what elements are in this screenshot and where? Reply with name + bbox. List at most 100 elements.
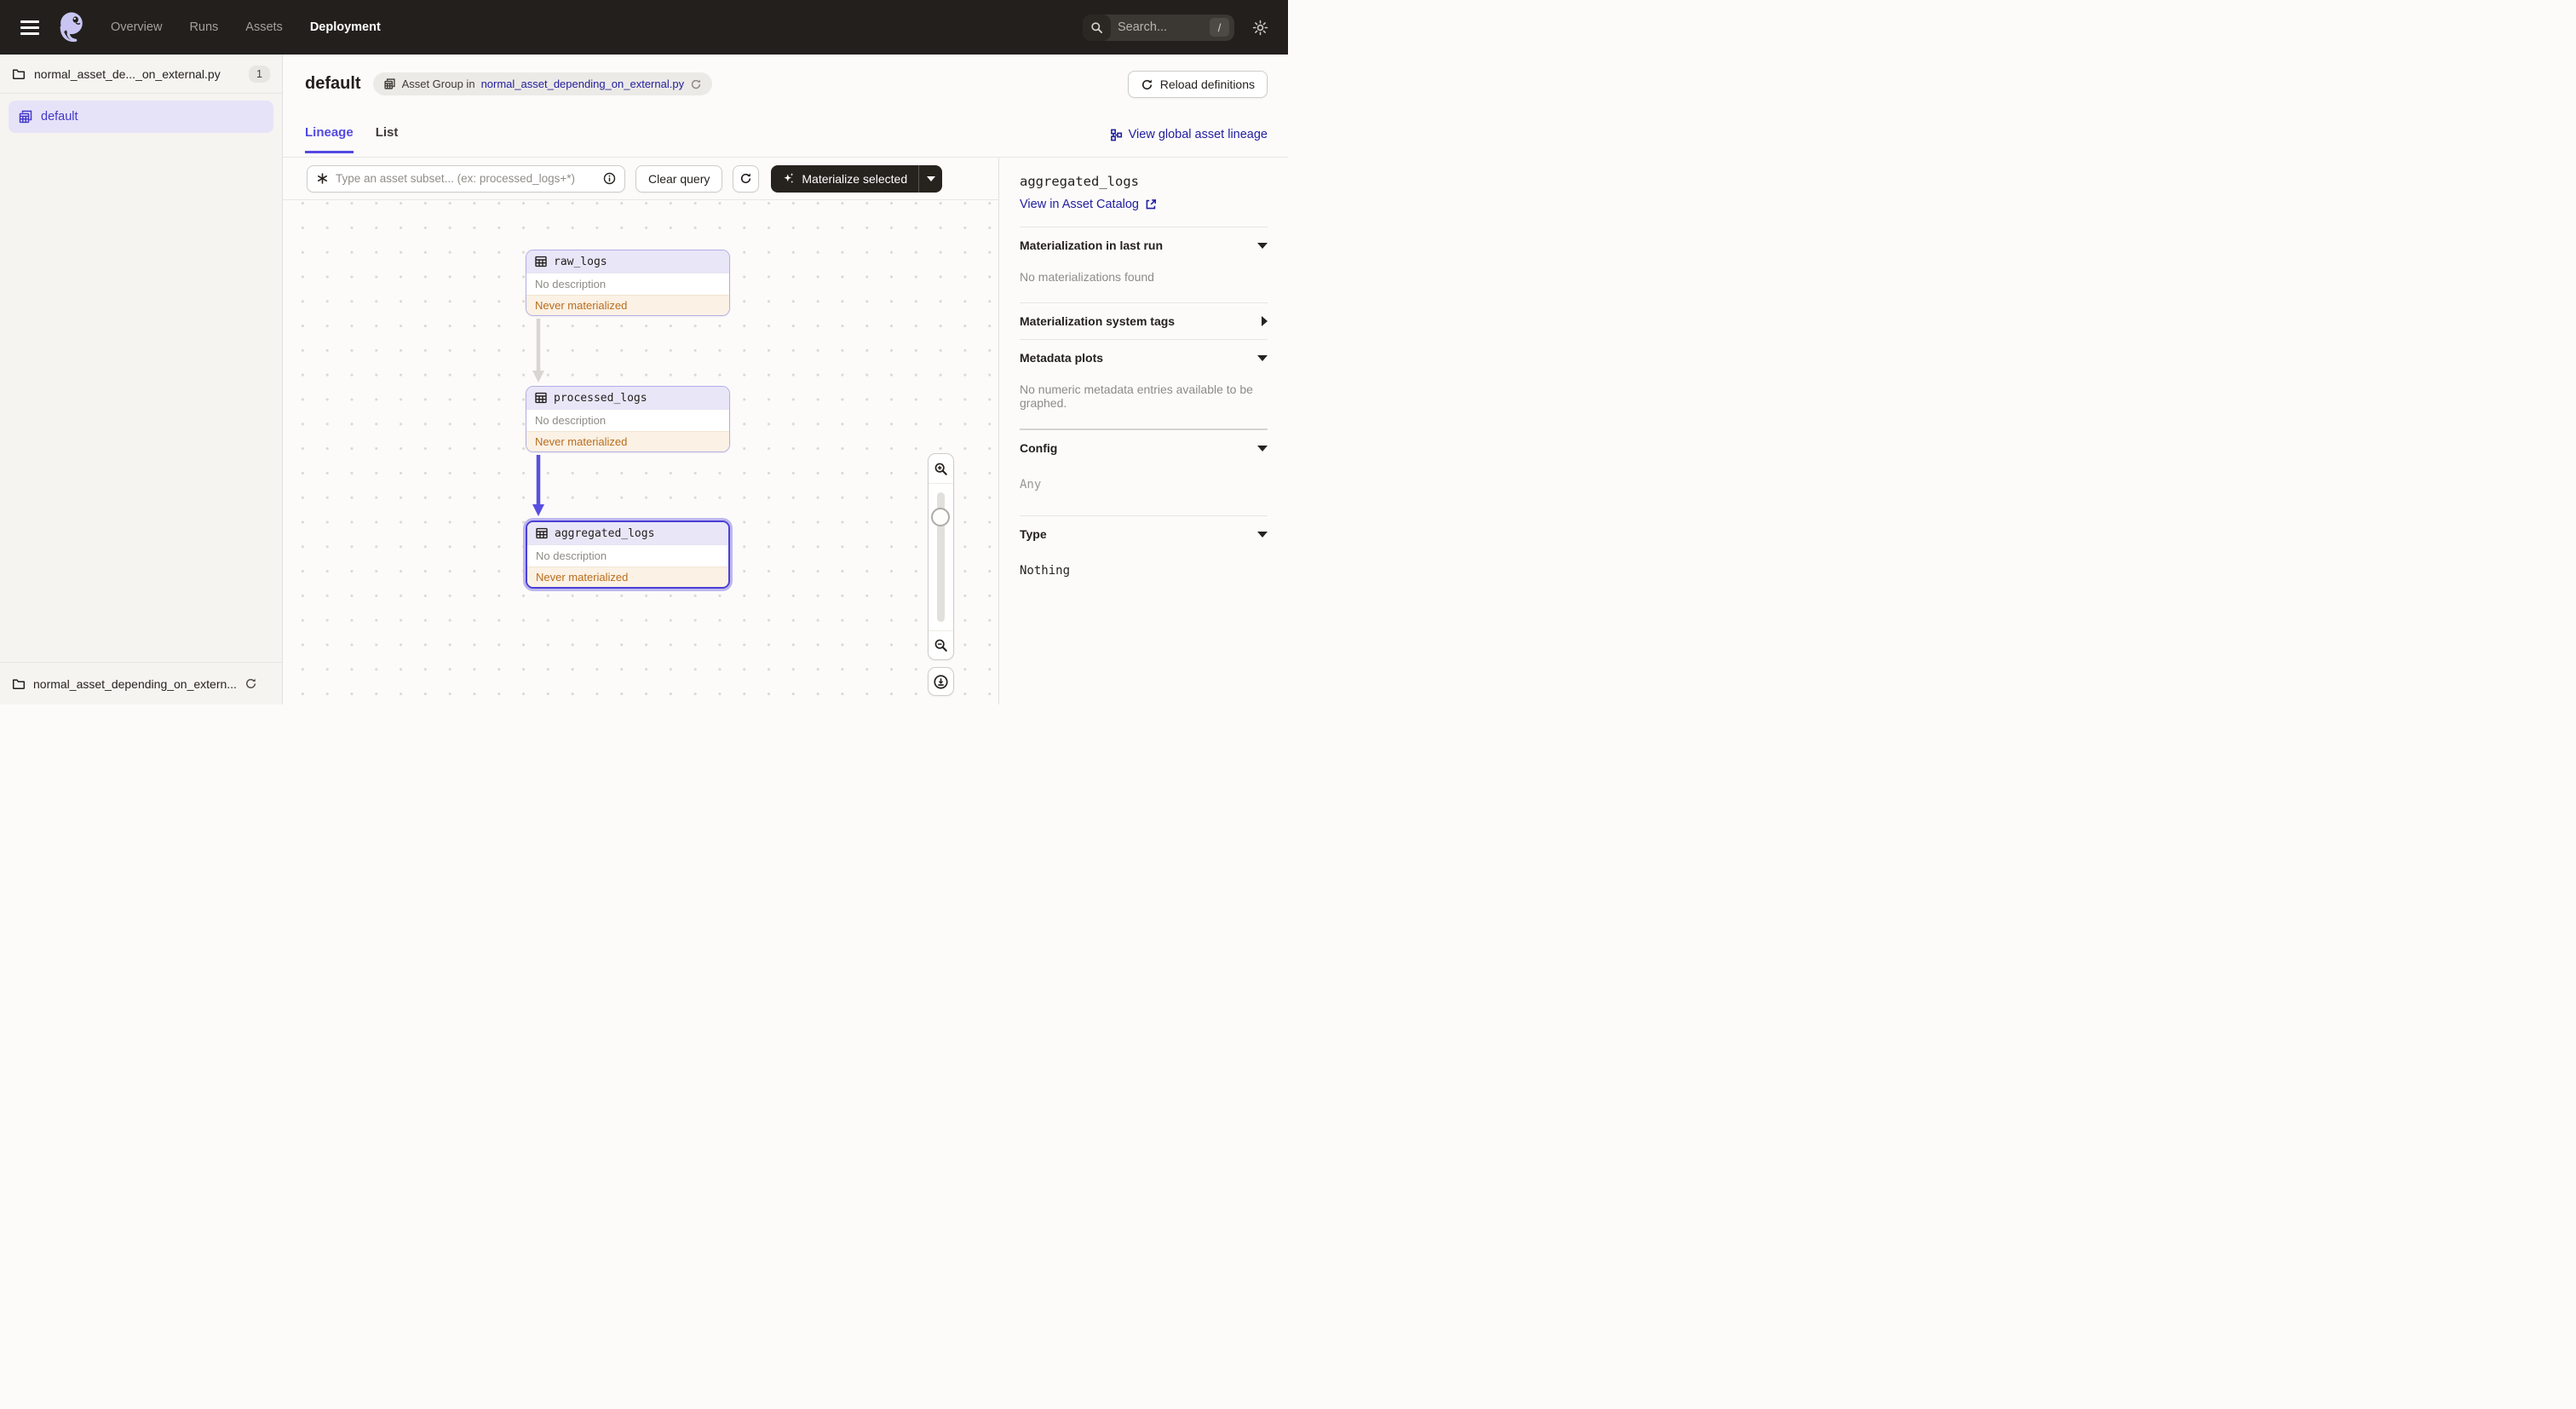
asset-node-processed-logs[interactable]: processed_logs No description Never mate… xyxy=(526,386,730,452)
zoom-slider-thumb[interactable] xyxy=(931,508,950,526)
content-row: Clear query xyxy=(283,158,1288,704)
table-icon xyxy=(535,392,547,404)
main-area: default Asset Group in normal_asset_depe… xyxy=(283,55,1288,704)
asset-group-breadcrumb: Asset Group in normal_asset_depending_on… xyxy=(372,72,713,95)
section-materialization-system-tags: Materialization system tags xyxy=(1020,302,1268,339)
asset-node-aggregated-logs[interactable]: aggregated_logs No description Never mat… xyxy=(526,520,730,589)
asset-node-raw-logs[interactable]: raw_logs No description Never materializ… xyxy=(526,250,730,316)
info-icon[interactable] xyxy=(603,172,616,185)
asset-description: No description xyxy=(526,409,729,431)
download-graph-button[interactable] xyxy=(928,667,954,696)
table-icon xyxy=(535,256,547,267)
code-location-link[interactable]: normal_asset_depending_on_external.py xyxy=(481,78,685,90)
asset-node-header: raw_logs xyxy=(526,250,729,273)
sidebar-item-default-group[interactable]: default xyxy=(9,101,273,133)
section-label: Config xyxy=(1020,441,1058,455)
selected-asset-title: aggregated_logs xyxy=(1020,174,1139,189)
top-nav: Overview Runs Assets Deployment / xyxy=(0,0,1288,55)
reload-definitions-button[interactable]: Reload definitions xyxy=(1127,71,1268,98)
tab-list[interactable]: List xyxy=(376,125,399,153)
materialize-selected-button[interactable]: Materialize selected xyxy=(771,164,943,193)
asset-subset-query-input[interactable] xyxy=(307,164,625,193)
sidebar-code-location-header[interactable]: normal_asset_de..._on_external.py 1 xyxy=(0,55,282,94)
folder-icon xyxy=(12,67,26,81)
dagster-app: Overview Runs Assets Deployment / xyxy=(0,0,1288,704)
edge-processed-to-aggregated xyxy=(532,455,544,516)
page-title: default xyxy=(305,74,361,93)
asset-status: Never materialized xyxy=(526,295,729,315)
reload-icon[interactable] xyxy=(690,78,702,90)
section-materialization-in-last-run: Materialization in last run No materiali… xyxy=(1020,227,1268,302)
asset-name: raw_logs xyxy=(554,255,607,268)
asset-name: aggregated_logs xyxy=(555,526,655,540)
asset-group-icon xyxy=(18,109,33,124)
zoom-out-button[interactable] xyxy=(929,631,953,659)
zoom-slider[interactable] xyxy=(929,483,953,631)
section-header[interactable]: Type xyxy=(1020,516,1268,552)
nav-item-deployment[interactable]: Deployment xyxy=(310,20,381,34)
zoom-in-button[interactable] xyxy=(929,454,953,483)
view-global-asset-lineage-link[interactable]: View global asset lineage xyxy=(1110,128,1268,141)
settings-gear-icon[interactable] xyxy=(1251,19,1269,37)
tab-lineage[interactable]: Lineage xyxy=(305,125,354,153)
chevron-right-icon xyxy=(1262,316,1268,326)
group-name: default xyxy=(41,110,78,124)
table-icon xyxy=(536,527,548,539)
section-header[interactable]: Materialization in last run xyxy=(1020,227,1268,263)
edge-raw-to-processed xyxy=(532,319,544,382)
reload-icon[interactable] xyxy=(244,677,257,690)
asset-selector-icon xyxy=(316,172,329,185)
view-in-asset-catalog-link[interactable]: View in Asset Catalog xyxy=(1020,198,1268,211)
section-header[interactable]: Config xyxy=(1020,430,1268,466)
section-config: Config Any xyxy=(1020,428,1268,515)
asset-description: No description xyxy=(526,273,729,295)
asset-group-icon xyxy=(383,78,396,90)
nav-item-assets[interactable]: Assets xyxy=(245,20,283,34)
asset-node-header: aggregated_logs xyxy=(527,522,728,544)
refresh-graph-button[interactable] xyxy=(733,164,760,193)
code-location-name: normal_asset_depending_on_extern... xyxy=(33,676,237,691)
materialize-dropdown-caret[interactable] xyxy=(919,165,942,193)
search-input[interactable] xyxy=(1111,20,1210,34)
search-shortcut-key: / xyxy=(1210,18,1229,37)
materialize-selected-label: Materialize selected xyxy=(802,171,908,186)
section-label: Type xyxy=(1020,527,1047,541)
section-header[interactable]: Metadata plots xyxy=(1020,340,1268,376)
chevron-down-icon xyxy=(926,175,935,181)
breadcrumb-prefix: Asset Group in xyxy=(401,78,475,90)
page-header: default Asset Group in normal_asset_depe… xyxy=(305,72,713,95)
reload-definitions-label: Reload definitions xyxy=(1159,78,1255,91)
zoom-control xyxy=(928,453,954,660)
nav-right: / xyxy=(1083,14,1274,41)
chevron-down-icon xyxy=(1257,531,1268,538)
section-body: No numeric metadata entries available to… xyxy=(1020,382,1253,410)
left-sidebar: normal_asset_de..._on_external.py 1 defa… xyxy=(0,55,283,704)
global-search[interactable]: / xyxy=(1083,14,1234,41)
lineage-graph[interactable]: raw_logs No description Never materializ… xyxy=(283,200,998,704)
chevron-down-icon xyxy=(1257,242,1268,249)
section-body: Any xyxy=(1020,478,1042,492)
view-in-asset-catalog-label: View in Asset Catalog xyxy=(1020,198,1139,211)
section-label: Materialization in last run xyxy=(1020,239,1164,252)
asset-subset-input[interactable] xyxy=(336,172,596,185)
asset-name: processed_logs xyxy=(554,391,647,405)
section-header[interactable]: Materialization system tags xyxy=(1020,303,1268,339)
graph-toolbar: Clear query xyxy=(283,158,998,200)
folder-icon xyxy=(12,677,26,691)
clear-query-button[interactable]: Clear query xyxy=(635,164,723,193)
asset-description: No description xyxy=(527,544,728,566)
dagster-logo[interactable] xyxy=(55,9,87,46)
section-metadata-plots: Metadata plots No numeric metadata entri… xyxy=(1020,339,1268,428)
sidebar-code-location-footer[interactable]: normal_asset_depending_on_extern... xyxy=(0,662,282,704)
panel-sections: Materialization in last run No materiali… xyxy=(1020,227,1268,601)
asset-status: Never materialized xyxy=(526,431,729,451)
hamburger-menu-icon[interactable] xyxy=(14,11,46,43)
section-body: No materializations found xyxy=(1020,270,1154,284)
reload-icon xyxy=(1141,78,1153,91)
asset-count-badge: 1 xyxy=(249,65,270,83)
view-tabs: Lineage List xyxy=(305,125,398,153)
chevron-down-icon xyxy=(1257,354,1268,361)
section-label: Metadata plots xyxy=(1020,351,1104,365)
nav-item-overview[interactable]: Overview xyxy=(111,20,162,34)
nav-item-runs[interactable]: Runs xyxy=(189,20,218,34)
